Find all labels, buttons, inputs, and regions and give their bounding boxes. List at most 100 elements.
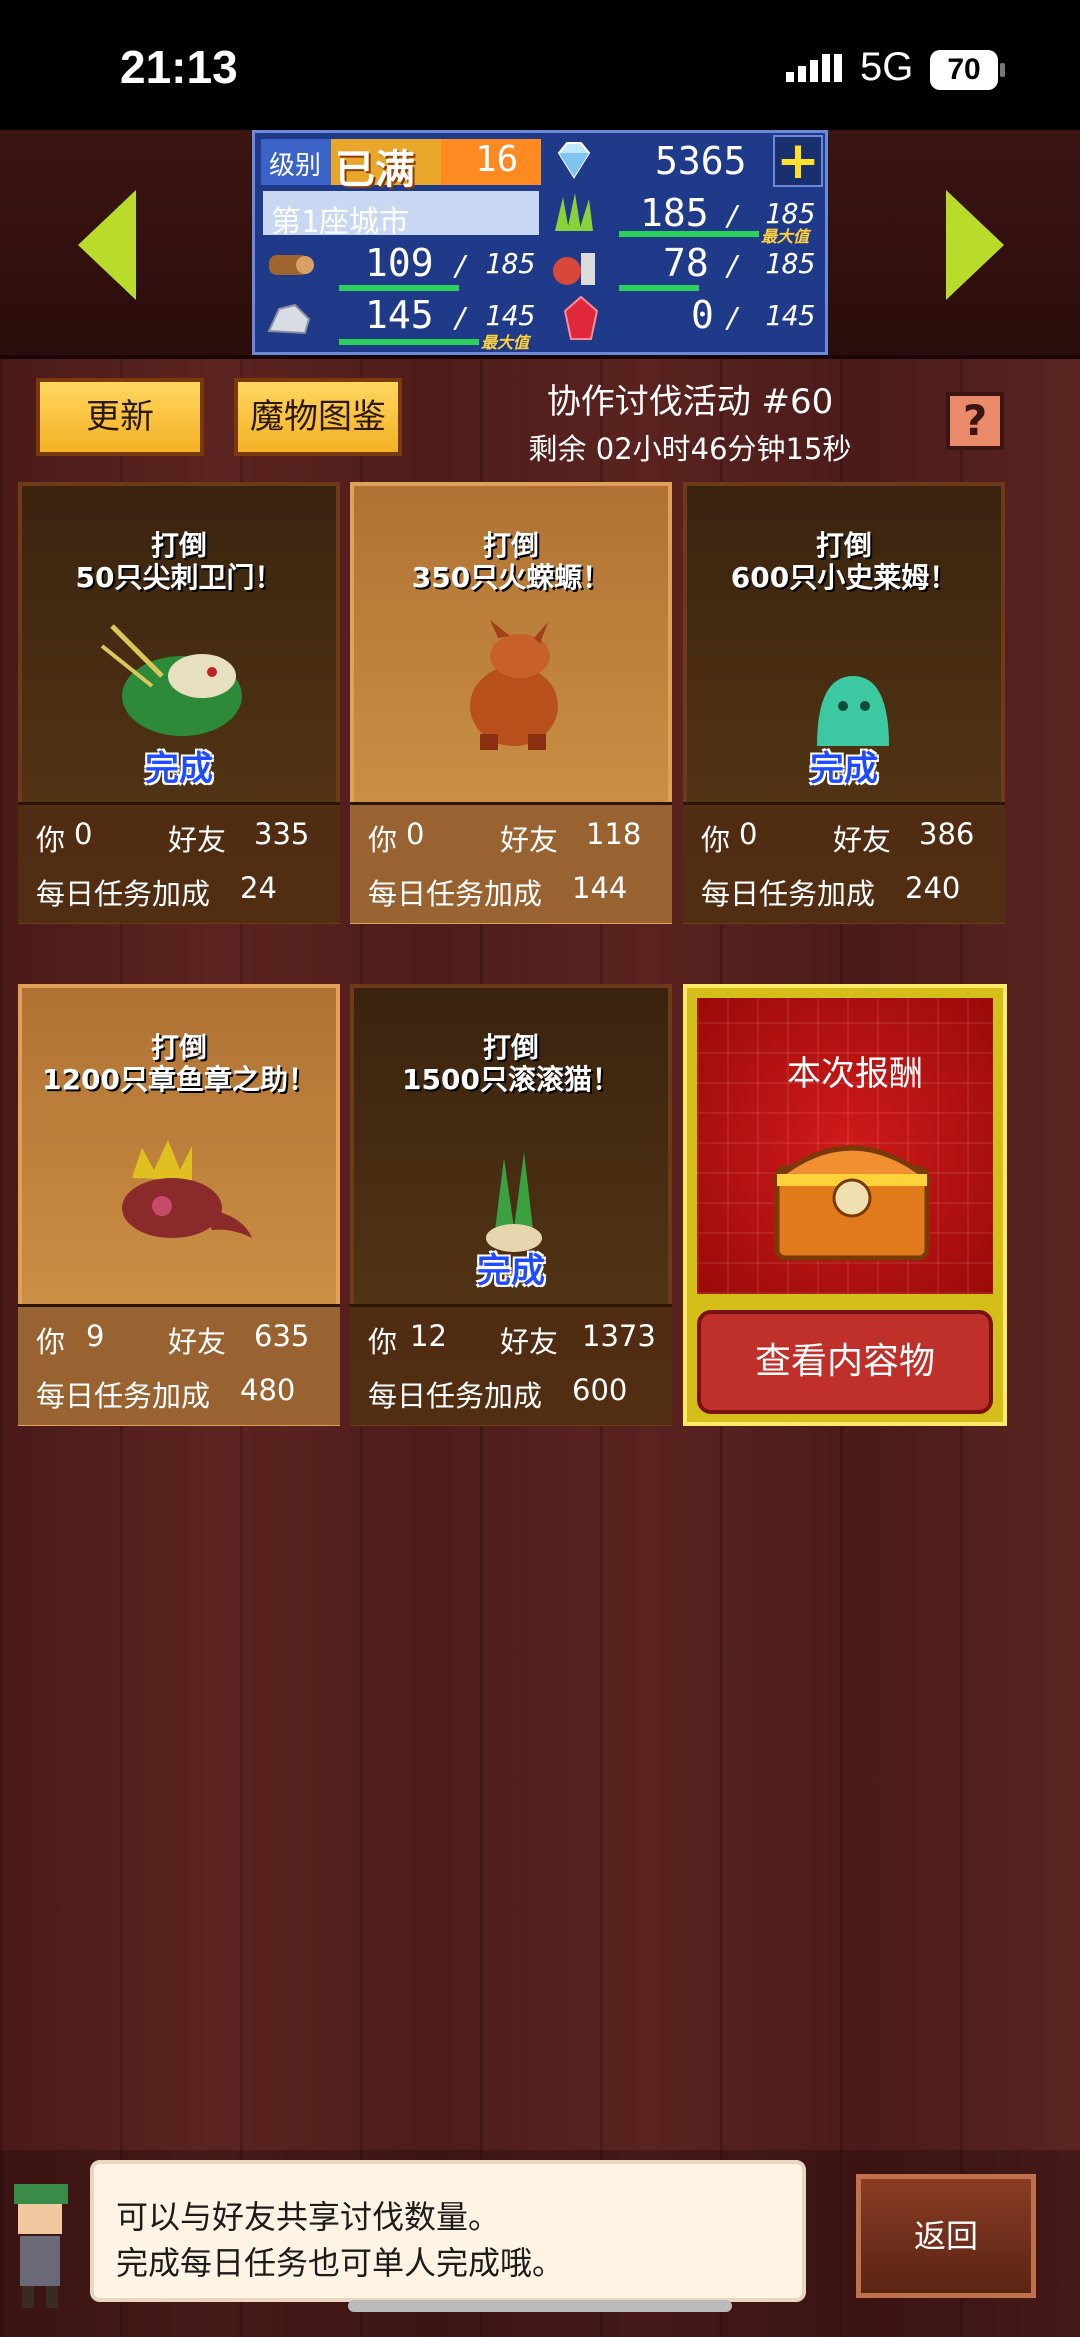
level-max-badge: 已满	[335, 147, 415, 193]
prev-city-arrow-icon[interactable]	[78, 190, 136, 300]
food-icon	[553, 253, 595, 285]
daily-bonus-label: 每日任务加成	[36, 1379, 211, 1413]
level-value: 16	[475, 139, 519, 180]
friend-count: 386	[919, 817, 975, 851]
daily-bonus-value: 240	[905, 871, 961, 905]
fire-salamander-icon	[470, 620, 558, 750]
you-label: 你	[368, 1325, 398, 1359]
you-count: 0	[406, 817, 425, 851]
character-avatar-icon	[14, 2184, 68, 2308]
event-remaining-time: 剩余 02小时46分钟15秒	[528, 432, 852, 466]
grass-progress	[619, 231, 759, 237]
you-label: 你	[36, 1325, 66, 1359]
wood-max: 185	[485, 247, 536, 280]
quest-target: 350只火蝾螈！	[411, 561, 611, 594]
quest-target: 50只尖刺卫门！	[75, 561, 283, 594]
wood-progress	[339, 285, 459, 291]
ruby-value: 0	[691, 293, 714, 337]
status-bar: 21:13 5G 70	[0, 0, 1080, 130]
octopus-icon	[122, 1140, 252, 1238]
city-name: 第1座城市	[271, 205, 410, 240]
friend-label: 好友	[833, 823, 892, 857]
ruby-separator: /	[725, 301, 742, 334]
reward-panel: 本次报酬	[697, 998, 993, 1294]
friend-count: 335	[254, 817, 310, 851]
home-indicator[interactable]	[348, 2300, 732, 2312]
stone-max: 145	[485, 299, 536, 332]
spike-dragon-icon	[100, 624, 242, 736]
food-separator: /	[725, 249, 742, 282]
tip-line-2: 完成每日任务也可单人完成哦。	[116, 2244, 565, 2282]
network-type: 5G	[860, 45, 914, 89]
stone-max-tag: 最大值	[481, 333, 530, 352]
quest-stats: 你 9 好友 635 每日任务加成 480	[18, 1304, 340, 1425]
signal-icon	[786, 54, 842, 82]
slime-icon	[817, 676, 889, 746]
tip-line-1: 可以与好友共享讨伐数量。	[116, 2198, 501, 2236]
daily-bonus-value: 144	[572, 871, 628, 905]
food-value: 78	[663, 241, 709, 285]
complete-label: 完成	[810, 749, 878, 789]
quest-card[interactable]: 打倒 50只尖刺卫门！ 完成 你 0 好友 335 每日任务加成 24	[18, 482, 340, 924]
quest-target: 1500只滚滚猫！	[402, 1063, 620, 1096]
gem-icon	[557, 142, 591, 179]
stone-progress	[339, 339, 479, 345]
event-title: 协作讨伐活动 #60	[546, 382, 834, 422]
stone-separator: /	[453, 301, 470, 334]
quest-card[interactable]: 打倒 1200只章鱼章之助！ 你 9 好友 635 每日任务加成 480	[18, 984, 340, 1426]
status-time: 21:13	[120, 41, 238, 93]
daily-bonus-label: 每日任务加成	[368, 877, 543, 911]
grass-value: 185	[640, 191, 709, 235]
daily-bonus-label: 每日任务加成	[701, 877, 876, 911]
wood-icon	[269, 255, 314, 275]
quest-stats: 你 12 好友 1373 每日任务加成 600	[350, 1304, 672, 1425]
reward-card: 本次报酬 查看内容物	[683, 984, 1007, 1426]
wood-separator: /	[453, 249, 470, 282]
you-label: 你	[368, 823, 398, 857]
complete-label: 完成	[145, 749, 213, 789]
add-gems-button[interactable]: +	[773, 135, 823, 187]
tip-bubble: 可以与好友共享讨伐数量。 完成每日任务也可单人完成哦。	[90, 2160, 806, 2302]
friend-count: 118	[586, 817, 642, 851]
reward-title: 本次报酬	[787, 1054, 923, 1094]
gem-count: 5365	[655, 139, 747, 183]
help-button[interactable]: ?	[946, 392, 1004, 450]
bestiary-button[interactable]: 魔物图鉴	[234, 378, 402, 456]
quest-stats: 你 0 好友 118 每日任务加成 144	[350, 802, 672, 923]
quest-target: 600只小史莱姆！	[730, 561, 958, 594]
you-count: 0	[74, 817, 93, 851]
friend-label: 好友	[168, 1325, 227, 1359]
back-button[interactable]: 返回	[856, 2174, 1036, 2298]
refresh-button[interactable]: 更新	[36, 378, 204, 456]
ruby-max: 145	[765, 299, 816, 332]
grass-max-tag: 最大值	[761, 227, 810, 246]
next-city-arrow-icon[interactable]	[946, 190, 1004, 300]
rolling-cat-icon	[486, 1152, 542, 1252]
friend-count: 635	[254, 1319, 310, 1353]
stats-panel: 级别 已满 16 5365 + 第1座城市 185 / 185 最大值 109 …	[252, 130, 828, 355]
view-contents-button[interactable]: 查看内容物	[697, 1310, 993, 1414]
food-progress	[619, 285, 699, 291]
level-label: 级别	[269, 151, 322, 181]
daily-bonus-value: 24	[240, 871, 277, 905]
quest-stats: 你 0 好友 386 每日任务加成 240	[683, 802, 1005, 923]
quest-card[interactable]: 打倒 350只火蝾螈！ 你 0 好友 118 每日任务加成 144	[350, 482, 672, 924]
friend-label: 好友	[500, 1325, 559, 1359]
daily-bonus-label: 每日任务加成	[368, 1379, 543, 1413]
ruby-icon	[563, 295, 599, 340]
grass-separator: /	[725, 199, 742, 232]
daily-bonus-value: 600	[572, 1373, 628, 1407]
daily-bonus-value: 480	[240, 1373, 296, 1407]
grass-icon	[555, 193, 593, 231]
quest-card[interactable]: 打倒 1500只滚滚猫！ 完成 你 12 好友 1373 每日任务加成 600	[350, 984, 672, 1426]
quest-card[interactable]: 打倒 600只小史莱姆！ 完成 你 0 好友 386 每日任务加成 240	[683, 482, 1005, 924]
friend-label: 好友	[168, 823, 227, 857]
you-count: 9	[86, 1319, 105, 1353]
treasure-chest-icon	[769, 1145, 935, 1261]
you-count: 0	[739, 817, 758, 851]
food-max: 185	[765, 247, 816, 280]
wood-value: 109	[365, 241, 434, 285]
friend-label: 好友	[500, 823, 559, 857]
complete-label: 完成	[477, 1251, 545, 1291]
battery-tip	[1000, 63, 1005, 77]
